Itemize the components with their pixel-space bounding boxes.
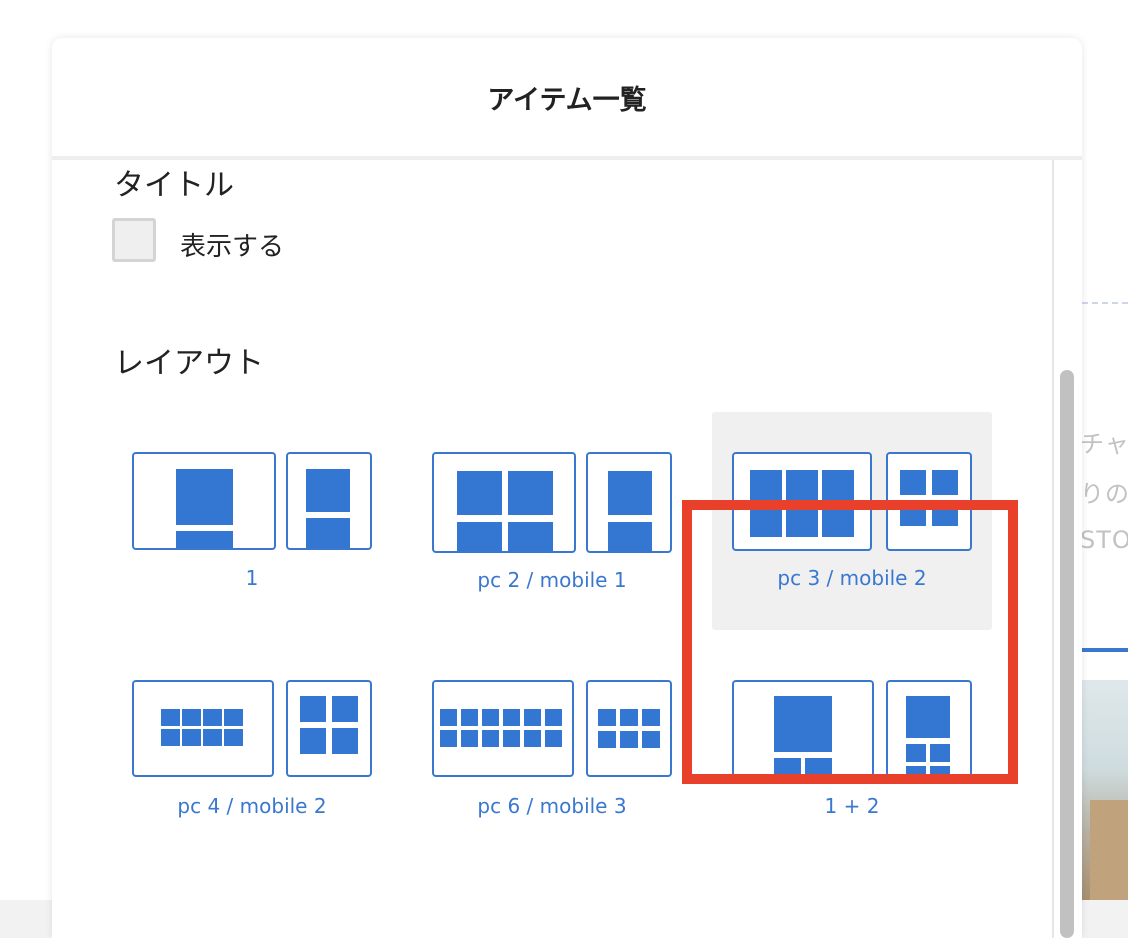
title-section-label: タイトル xyxy=(114,168,234,203)
preview-cell xyxy=(932,470,958,495)
preview-cell xyxy=(545,730,562,747)
preview-cell xyxy=(306,518,350,548)
preview-cell xyxy=(750,470,782,501)
modal-header: アイテム一覧 xyxy=(52,38,1082,160)
layout-option-label: 1 + 2 xyxy=(824,794,880,818)
pc-preview xyxy=(132,680,274,777)
preview-cell xyxy=(482,709,499,726)
mobile-preview xyxy=(286,680,372,777)
mobile-preview xyxy=(286,452,372,550)
layout-option-pc2-mobile1[interactable]: pc 2 / mobile 1 xyxy=(412,452,692,670)
preview-cell xyxy=(503,730,520,747)
background-text-2: りのお xyxy=(1080,480,1128,508)
background-accent-line xyxy=(1082,648,1128,652)
mobile-preview xyxy=(586,680,672,777)
preview-cell xyxy=(524,730,541,747)
preview-cell xyxy=(482,730,499,747)
preview-cell xyxy=(461,730,478,747)
show-title-checkbox-label[interactable]: 表示する xyxy=(180,226,284,263)
layout-option-label: pc 6 / mobile 3 xyxy=(477,794,627,818)
mobile-preview xyxy=(586,452,672,553)
preview-cell xyxy=(161,709,180,726)
layout-option-label: pc 2 / mobile 1 xyxy=(477,568,627,592)
background-text-3: STO xyxy=(1080,526,1128,554)
preview-cell xyxy=(300,696,326,722)
layout-option-pc6-mobile3[interactable]: pc 6 / mobile 3 xyxy=(412,680,692,898)
layout-option-1[interactable]: 1 xyxy=(112,452,392,670)
preview-cell xyxy=(203,729,222,746)
preview-cell xyxy=(503,709,520,726)
pc-preview xyxy=(432,680,574,777)
preview-cell xyxy=(457,522,502,551)
background-divider xyxy=(1082,302,1128,304)
layout-section-label: レイアウト xyxy=(114,346,264,381)
preview-cell xyxy=(182,709,201,726)
preview-cell xyxy=(620,731,638,748)
preview-cell xyxy=(900,470,926,495)
preview-cell xyxy=(332,728,358,754)
scrollbar-thumb[interactable] xyxy=(1060,370,1074,938)
preview-cell xyxy=(440,709,457,726)
preview-cell xyxy=(224,709,243,726)
preview-cell xyxy=(300,728,326,754)
modal-body: タイトル 表示する レイアウト 1 pc 2 / mobile 1 pc 3 /… xyxy=(52,160,1054,938)
preview-cell xyxy=(524,709,541,726)
preview-cell xyxy=(642,709,660,726)
preview-cell xyxy=(786,470,818,501)
preview-cell xyxy=(332,696,358,722)
preview-cell xyxy=(608,522,652,551)
selection-highlight-annotation xyxy=(682,500,1018,784)
layout-option-pc4-mobile2[interactable]: pc 4 / mobile 2 xyxy=(112,680,392,898)
background-photo xyxy=(1082,680,1128,900)
preview-cell xyxy=(620,709,638,726)
preview-cell xyxy=(508,471,553,515)
preview-cell xyxy=(608,471,652,515)
preview-cell xyxy=(642,731,660,748)
preview-cell xyxy=(161,729,180,746)
preview-cell xyxy=(822,470,854,501)
pc-preview xyxy=(132,452,276,550)
preview-cell xyxy=(545,709,562,726)
preview-cell xyxy=(440,730,457,747)
preview-cell xyxy=(461,709,478,726)
preview-cell xyxy=(176,469,233,525)
preview-cell xyxy=(182,729,201,746)
preview-cell xyxy=(203,709,222,726)
preview-cell xyxy=(306,469,350,512)
background-text-1: チャ xyxy=(1080,430,1128,458)
preview-cell xyxy=(598,709,616,726)
preview-cell xyxy=(224,729,243,746)
item-list-modal: アイテム一覧 タイトル 表示する レイアウト 1 pc 2 / mobile 1… xyxy=(52,38,1082,938)
preview-cell xyxy=(457,471,502,515)
preview-cell xyxy=(176,531,233,548)
show-title-checkbox[interactable] xyxy=(112,218,156,262)
preview-cell xyxy=(598,731,616,748)
preview-cell xyxy=(508,522,553,551)
pc-preview xyxy=(432,452,576,553)
layout-option-label: 1 xyxy=(245,566,259,590)
modal-title: アイテム一覧 xyxy=(487,84,647,116)
layout-option-label: pc 4 / mobile 2 xyxy=(177,794,327,818)
